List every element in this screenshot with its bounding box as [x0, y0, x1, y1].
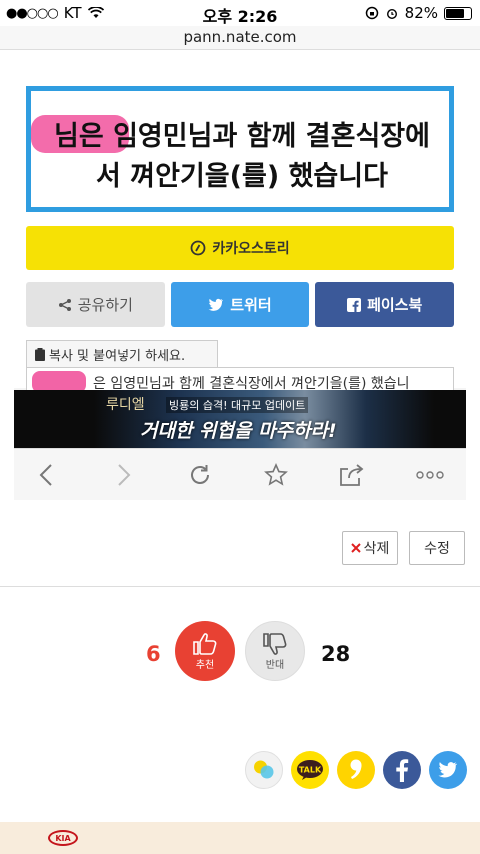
twitter-share-button[interactable]: 트위터	[170, 282, 310, 327]
forward-button[interactable]	[108, 459, 140, 491]
bookmark-button[interactable]	[260, 459, 292, 491]
delete-button[interactable]: 삭제	[342, 531, 398, 565]
downvote-count: 28	[321, 642, 351, 666]
facebook-share-button[interactable]: 페이스북	[315, 282, 455, 327]
share-page-button[interactable]	[336, 459, 368, 491]
twitter-share-icon-button[interactable]	[429, 751, 467, 789]
screenshot-page: 님은 임영민님과 함께 결혼식장에서 껴안기을(를) 했습니다 카카오스토리 공…	[14, 50, 466, 397]
embedded-screenshot: 님은 임영민님과 함께 결혼식장에서 껴안기을(를) 했습니다 카카오스토리 공…	[14, 50, 466, 500]
upvote-label: 추천	[195, 659, 215, 671]
copy-hint-label: 복사 및 붙여넣기 하세요.	[49, 349, 186, 364]
downvote-button[interactable]: 반대	[245, 621, 305, 681]
chevron-right-icon	[118, 464, 131, 486]
kakao-quote-share-button[interactable]	[337, 751, 375, 789]
kakao-story-button[interactable]: 카카오스토리	[26, 226, 454, 270]
headline-text: 님은 임영민님과 함께 결혼식장에서 껴안기을(를) 했습니다	[54, 121, 430, 192]
kia-logo: KIA	[48, 830, 78, 846]
clipboard-icon	[35, 348, 45, 361]
ad-logo: 루디엘	[106, 397, 145, 413]
facebook-label: 페이스북	[367, 296, 423, 314]
delete-label: 삭제	[363, 541, 390, 557]
upvote-count: 6	[146, 642, 161, 666]
facebook-share-icon-button[interactable]	[383, 751, 421, 789]
share-row: 공유하기 트위터 페이스북	[26, 282, 455, 327]
battery-icon	[444, 6, 472, 20]
kakaotalk-share-button[interactable]: TALK	[291, 751, 329, 789]
chevron-left-icon	[39, 464, 52, 486]
twitter-label: 트위터	[230, 296, 272, 314]
kakao-story-label: 카카오스토리	[212, 241, 290, 257]
share-icon	[340, 464, 364, 486]
copy-hint-tab: 복사 및 붙여넣기 하세요.	[26, 340, 218, 368]
kakaostory-icon	[190, 240, 206, 256]
more-dots-icon	[416, 471, 444, 479]
kakaotalk-icon: TALK	[297, 760, 323, 780]
kakaostory-share-button[interactable]	[245, 751, 283, 789]
close-icon	[350, 543, 361, 553]
footer-ad[interactable]: KIA	[0, 822, 480, 854]
headline-box: 님은 임영민님과 함께 결혼식장에서 껴안기을(를) 했습니다	[26, 86, 454, 212]
kakaostory-icon	[254, 760, 274, 779]
share-label: 공유하기	[77, 296, 133, 314]
battery-percent: 82%	[404, 4, 438, 22]
more-button[interactable]	[414, 459, 446, 491]
rotation-lock-icon	[365, 6, 378, 20]
status-bar: ●●○○○ KT 오후 2:26 82%	[0, 0, 480, 26]
edit-button[interactable]: 수정	[409, 531, 465, 565]
thumbs-up-icon	[193, 632, 217, 655]
ad-subtitle: 빙룡의 습격! 대규모 업데이트	[166, 397, 309, 413]
ad-headline: 거대한 위협을 마주하라!	[140, 420, 337, 442]
ad-banner[interactable]: 루디엘 빙룡의 습격! 대규모 업데이트 거대한 위협을 마주하라!	[14, 390, 466, 448]
kakao-quote-icon	[350, 759, 362, 779]
divider	[0, 586, 480, 587]
address-bar[interactable]: pann.nate.com	[0, 26, 480, 50]
thumbs-down-icon	[263, 632, 287, 655]
downvote-label: 반대	[265, 659, 285, 671]
edit-label: 수정	[424, 541, 450, 557]
share-nodes-icon	[58, 298, 71, 311]
browser-toolbar	[14, 448, 466, 500]
battery-level	[446, 8, 464, 18]
reload-button[interactable]	[184, 459, 216, 491]
back-button[interactable]	[30, 459, 62, 491]
alarm-icon	[386, 9, 397, 19]
share-button[interactable]: 공유하기	[26, 282, 165, 327]
reload-icon	[191, 465, 209, 484]
upvote-button[interactable]: 추천	[175, 621, 235, 681]
star-icon	[264, 463, 288, 486]
twitter-icon	[438, 762, 457, 778]
twitter-bird-icon	[208, 298, 224, 311]
facebook-square-icon	[347, 297, 362, 312]
kakaotalk-label: TALK	[299, 766, 322, 775]
facebook-icon	[396, 759, 409, 782]
